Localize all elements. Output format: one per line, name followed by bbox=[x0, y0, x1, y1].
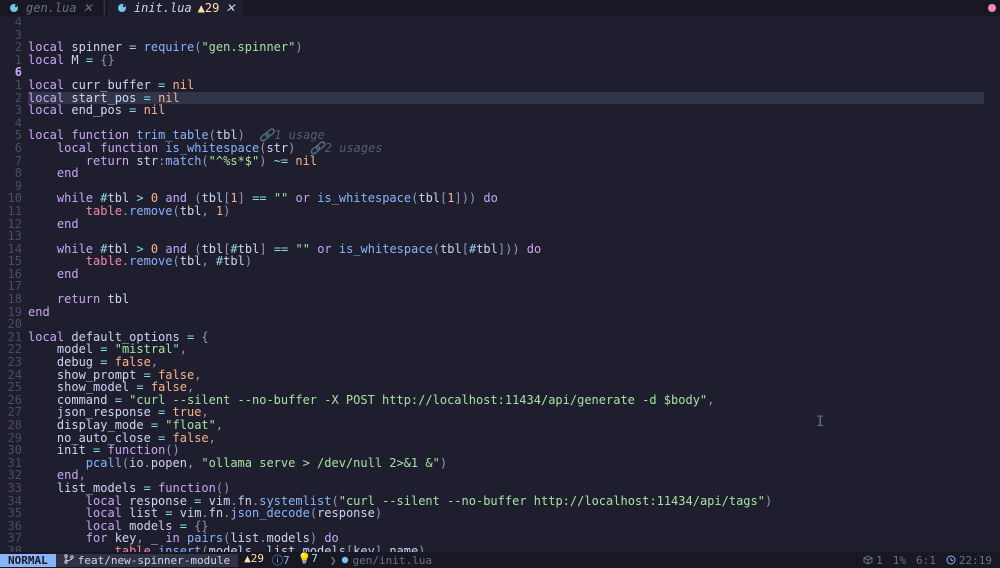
code-area[interactable]: local spinner = require("gen.spinner")lo… bbox=[28, 16, 984, 552]
mode-indicator: NORMAL bbox=[0, 554, 56, 567]
lsp-count: 1 bbox=[863, 554, 883, 567]
git-branch[interactable]: feat/new-spinner-module bbox=[56, 554, 238, 567]
code-line[interactable]: end bbox=[28, 268, 984, 281]
code-line[interactable]: table.remove(tbl, #tbl) bbox=[28, 255, 984, 268]
code-line[interactable]: pcall(io.popen, "ollama serve > /dev/nul… bbox=[28, 457, 984, 470]
tab-label: init.lua bbox=[134, 1, 192, 15]
window-close-dot[interactable] bbox=[988, 4, 996, 12]
code-line[interactable]: table.remove(tbl, 1) bbox=[28, 205, 984, 218]
cursor-position: 6:1 bbox=[916, 554, 936, 567]
lua-icon bbox=[341, 554, 349, 567]
lua-icon bbox=[8, 2, 20, 14]
tab-gen-lua[interactable]: gen.lua ✕ bbox=[0, 0, 101, 16]
editor[interactable]: 4321612345678910111213141516171819202122… bbox=[0, 16, 1000, 552]
close-icon[interactable]: ✕ bbox=[225, 1, 235, 15]
diagnostics[interactable]: ▲29 ⓘ7 💡7 bbox=[238, 552, 324, 568]
line-number-gutter: 4321612345678910111213141516171819202122… bbox=[0, 16, 28, 552]
scroll-percent: 1% bbox=[893, 554, 906, 567]
tab-bar: gen.lua ✕ │ init.lua ▲29 ✕ bbox=[0, 0, 1000, 16]
code-line[interactable]: return tbl bbox=[28, 293, 984, 306]
lua-icon bbox=[116, 2, 128, 14]
tab-label: gen.lua bbox=[26, 1, 77, 15]
file-path[interactable]: ❯ gen/init.lua bbox=[324, 554, 438, 567]
code-line[interactable]: end bbox=[28, 218, 984, 231]
scrollbar[interactable] bbox=[984, 16, 1000, 552]
diag-hint: 💡7 bbox=[298, 552, 318, 568]
code-line[interactable]: return str:match("^%s*$") ~= nil bbox=[28, 155, 984, 168]
status-right: 1 1% 6:1 22:19 bbox=[855, 554, 1000, 567]
text-cursor-icon: I bbox=[816, 416, 824, 429]
clock: 22:19 bbox=[946, 554, 992, 567]
code-line[interactable]: local M = {} bbox=[28, 54, 984, 67]
chevron-right-icon: ❯ bbox=[330, 554, 337, 567]
code-line[interactable]: end bbox=[28, 167, 984, 180]
code-line[interactable]: model = "mistral", bbox=[28, 343, 984, 356]
code-line[interactable] bbox=[28, 280, 984, 293]
tab-init-lua[interactable]: init.lua ▲29 ✕ bbox=[108, 0, 244, 16]
code-line[interactable]: table.insert(models, list.models[key].na… bbox=[28, 545, 984, 552]
code-line[interactable]: end bbox=[28, 306, 984, 319]
code-line[interactable]: local spinner = require("gen.spinner") bbox=[28, 41, 984, 54]
status-bar: NORMAL feat/new-spinner-module ▲29 ⓘ7 💡7… bbox=[0, 552, 1000, 568]
diag-info: ⓘ7 bbox=[272, 552, 290, 568]
code-line[interactable]: local end_pos = nil bbox=[28, 104, 984, 117]
close-icon[interactable]: ✕ bbox=[83, 1, 93, 15]
branch-icon bbox=[64, 554, 74, 567]
warning-badge: ▲29 bbox=[198, 1, 220, 15]
diag-warning: ▲29 bbox=[244, 552, 264, 568]
code-line[interactable]: local start_pos = nil bbox=[28, 92, 984, 105]
